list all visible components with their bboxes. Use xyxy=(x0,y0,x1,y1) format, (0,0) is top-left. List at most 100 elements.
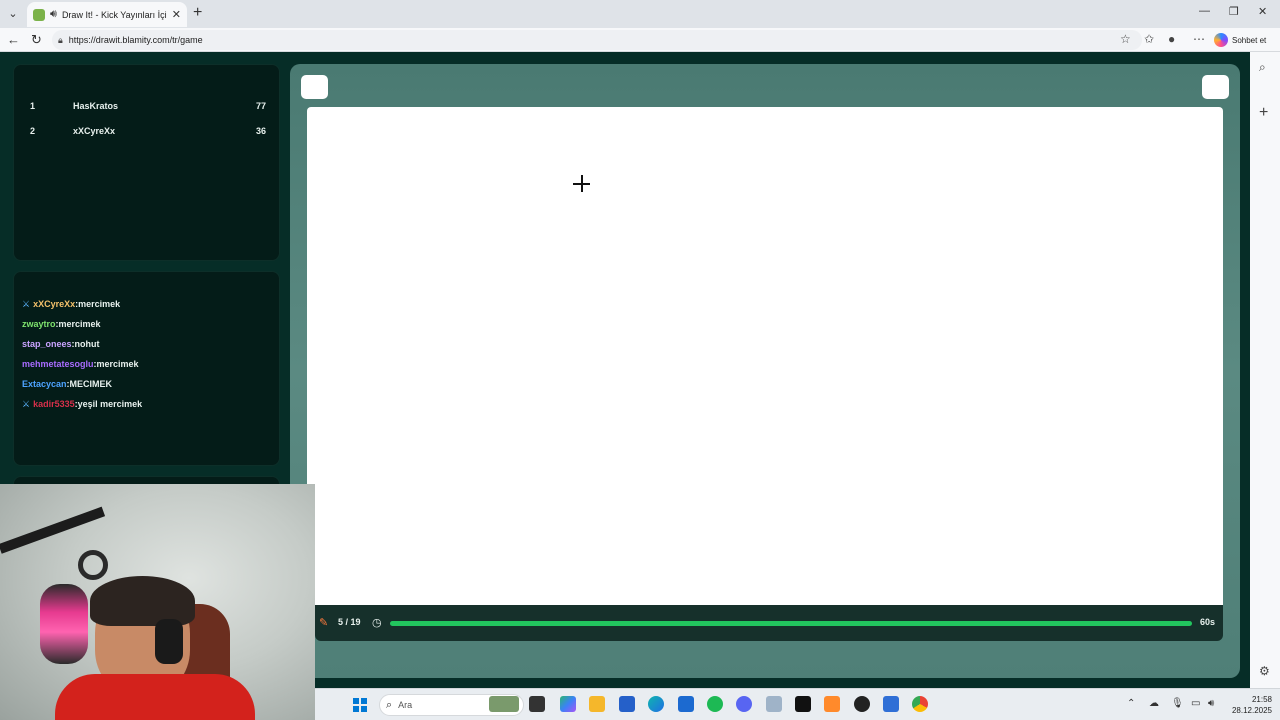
store-icon[interactable] xyxy=(619,696,635,712)
spotify-icon[interactable] xyxy=(707,696,723,712)
app-icon[interactable] xyxy=(824,696,840,712)
taskbar-search-placeholder: Ara xyxy=(398,700,413,710)
mic-arm xyxy=(0,506,106,554)
close-window-icon[interactable]: ✕ xyxy=(1258,5,1267,18)
file-explorer-icon[interactable] xyxy=(589,696,605,712)
leaderboard-row: 2 xXCyreXx 36 xyxy=(30,126,266,142)
close-tab-icon[interactable]: ✕ xyxy=(172,8,181,21)
round-counter: 5 / 19 xyxy=(338,617,361,627)
chat-text: yeşil mercimek xyxy=(77,399,143,409)
streamer-shirt xyxy=(55,674,255,720)
task-view-icon[interactable] xyxy=(529,696,545,712)
left-tool-button[interactable] xyxy=(301,75,328,99)
right-tool-button[interactable] xyxy=(1202,75,1229,99)
discord-icon[interactable] xyxy=(736,696,752,712)
clock[interactable]: 21:58 28.12.2025 xyxy=(1232,694,1272,716)
chat-username[interactable]: mehmetatesoglu xyxy=(22,359,94,369)
outlook-icon[interactable] xyxy=(678,696,694,712)
widgets-icon[interactable] xyxy=(489,696,519,712)
chat-username[interactable]: Extacycan xyxy=(22,379,67,389)
new-tab-icon[interactable]: + xyxy=(193,4,202,22)
round-status-bar: ✎ 5 / 19 ◷ 60s xyxy=(315,605,1223,641)
chat-text: MECIMEK xyxy=(69,379,113,389)
restore-icon[interactable]: ❐ xyxy=(1229,5,1239,18)
audio-playing-icon[interactable]: 🔊︎ xyxy=(50,8,57,21)
tab-actions-menu-icon[interactable]: ⌄ xyxy=(4,4,22,22)
sidebar-settings-icon[interactable]: ⚙ xyxy=(1259,664,1270,678)
chat-message-list[interactable]: ⚔ xXCyreXx: mercimek zwaytro: mercimek stap_o… xyxy=(22,294,272,421)
game-area: ✎ 5 / 19 ◷ 60s xyxy=(290,64,1240,678)
copilot-icon xyxy=(1214,33,1228,47)
minimize-icon[interactable]: — xyxy=(1199,5,1210,17)
site-favicon-icon xyxy=(33,8,45,21)
microphone xyxy=(40,584,88,664)
settings-app-icon[interactable] xyxy=(766,696,782,712)
chat-username[interactable]: kadir5335 xyxy=(33,399,75,409)
obs-icon[interactable] xyxy=(854,696,870,712)
chat-message: stap_onees: nohut xyxy=(22,334,272,354)
chat-username[interactable]: HasKratos xyxy=(22,419,67,420)
favorites-icon[interactable]: ✩ xyxy=(1144,32,1154,46)
sidebar-search-icon[interactable]: ⌕ xyxy=(1259,60,1266,75)
leaderboard-rank: 1 xyxy=(30,101,36,111)
site-info-icon[interactable]: 🔒︎ xyxy=(58,35,63,46)
webcam-overlay xyxy=(0,484,315,720)
microphone-icon[interactable]: 🎙︎ xyxy=(1171,698,1184,709)
chat-username[interactable]: stap_onees xyxy=(22,339,72,349)
time-progress-fill xyxy=(390,621,1192,626)
sidebar-add-icon[interactable]: + xyxy=(1259,104,1268,122)
capcut-icon[interactable] xyxy=(795,696,811,712)
browser-sidebar: ⌕ + ⚙ xyxy=(1250,52,1280,688)
clock-time: 21:58 xyxy=(1251,695,1272,704)
timer-icon: ◷ xyxy=(372,617,382,629)
volume-icon[interactable]: 🔊︎ xyxy=(1208,698,1214,709)
chat-message: HasKratos:bowwe xyxy=(22,414,272,420)
leaderboard-score: 36 xyxy=(255,126,266,136)
copilot-label: Sohbet et xyxy=(1232,35,1267,45)
chat-message: Extacycan: MECIMEK xyxy=(22,374,272,394)
chat-message: zwaytro: mercimek xyxy=(22,314,272,334)
windows-taskbar: ⌕ Ara ⌃ ☁ 🎙︎ ▭ 🔊︎ 21:58 28.12.2025 xyxy=(315,688,1280,720)
search-icon: ⌕ xyxy=(386,698,393,711)
favorite-star-icon[interactable]: ☆ xyxy=(1120,32,1131,46)
more-menu-icon[interactable]: ⋯ xyxy=(1193,32,1205,46)
back-icon[interactable]: ← xyxy=(7,32,20,47)
display-icon[interactable]: ▭ xyxy=(1191,698,1200,709)
browser-tab[interactable]: 🔊︎ Draw It! - Kick Yayınları İçin Ç ✕ xyxy=(27,2,187,27)
refresh-icon[interactable]: ↻ xyxy=(31,32,42,48)
leaderboard-score: 77 xyxy=(255,101,266,111)
leaderboard-row: 1 HasKratos 77 xyxy=(30,101,266,117)
tray-chevron-icon[interactable]: ⌃ xyxy=(1127,698,1135,709)
chat-message: mehmetatesoglu: mercimek xyxy=(22,354,272,374)
edge-icon[interactable] xyxy=(648,696,664,712)
streamer-hair xyxy=(90,576,195,626)
browser-tab-strip: ⌄ 🔊︎ Draw It! - Kick Yayınları İçin Ç ✕ … xyxy=(0,0,1280,28)
tab-title: Draw It! - Kick Yayınları İçin Ç xyxy=(61,9,167,20)
chat-username[interactable]: zwaytro xyxy=(22,319,56,329)
notepad-icon[interactable] xyxy=(883,696,899,712)
sword-badge-icon: ⚔ xyxy=(22,298,31,309)
chat-message: ⚔ xXCyreXx: mercimek xyxy=(22,294,272,314)
headphones xyxy=(155,619,183,664)
start-icon[interactable] xyxy=(353,698,367,712)
drawing-canvas[interactable] xyxy=(307,107,1223,605)
leaderboard-panel: 1 HasKratos 77 2 xXCyreXx 36 xyxy=(13,64,280,261)
chrome-icon[interactable] xyxy=(912,696,928,712)
chat-text: mercimek xyxy=(78,299,121,309)
sword-badge-icon: ⚔ xyxy=(22,398,31,409)
clock-date: 28.12.2025 xyxy=(1231,706,1272,715)
onedrive-icon[interactable]: ☁ xyxy=(1149,698,1159,709)
chat-username[interactable]: xXCyreXx xyxy=(33,299,75,309)
timer-value: 60s xyxy=(1199,617,1215,627)
address-bar-row: ← ↻ 🔒︎ https://drawit.blamity.com/tr/gam… xyxy=(0,28,1280,52)
url-field[interactable]: 🔒︎ https://drawit.blamity.com/tr/game xyxy=(52,30,1142,50)
chat-text: nohut xyxy=(74,339,100,349)
copilot-button[interactable]: Sohbet et xyxy=(1214,31,1266,49)
profile-avatar-icon[interactable]: ● xyxy=(1168,32,1175,46)
leaderboard-player-name: xXCyreXx xyxy=(73,126,116,136)
copilot-app-icon[interactable] xyxy=(560,696,576,712)
leaderboard-player-name: HasKratos xyxy=(73,101,119,111)
pencil-icon: ✎ xyxy=(319,617,329,629)
chat-message: ⚔ kadir5335: yeşil mercimek xyxy=(22,394,272,414)
leaderboard-rank: 2 xyxy=(30,126,36,136)
